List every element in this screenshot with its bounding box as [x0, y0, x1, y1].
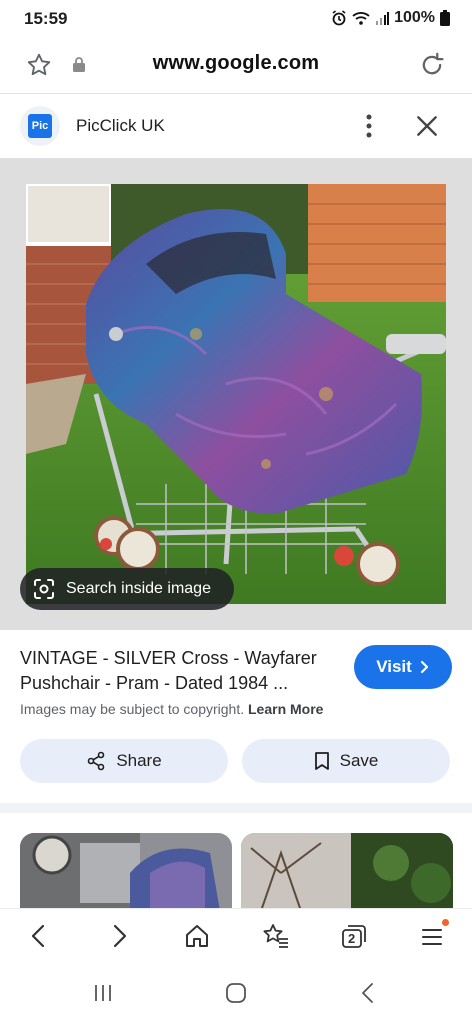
more-vert-icon[interactable] — [358, 111, 380, 141]
status-icons: 100% — [331, 9, 450, 27]
lens-icon — [34, 579, 54, 599]
related-image-2[interactable] — [241, 833, 453, 911]
alarm-icon — [332, 10, 346, 26]
system-nav-bar — [0, 966, 472, 1024]
browser-bottom-nav: 2 — [0, 908, 472, 966]
home-icon[interactable] — [184, 923, 210, 949]
visit-button[interactable]: Visit — [354, 645, 452, 689]
search-inside-image-button[interactable]: Search inside image — [20, 568, 234, 610]
site-logo: Pic — [20, 106, 60, 146]
battery-percent: 100% — [394, 9, 435, 26]
system-back-icon[interactable] — [360, 982, 376, 1004]
related-image-1[interactable] — [20, 833, 232, 911]
status-bar: 15:59 100% — [0, 0, 472, 38]
favorites-icon[interactable] — [262, 923, 290, 949]
copyright-notice: Images may be subject to copyright. Lear… — [20, 701, 323, 717]
url-text[interactable]: www.google.com — [0, 52, 472, 75]
close-icon[interactable] — [414, 113, 440, 139]
bookmark-icon — [314, 752, 329, 770]
visit-label: Visit — [376, 657, 412, 676]
learn-more-link[interactable]: Learn More — [248, 701, 323, 717]
chevron-right-icon — [420, 660, 428, 674]
url-bar[interactable]: www.google.com — [0, 38, 472, 94]
forward-icon[interactable] — [108, 923, 130, 949]
site-header: Pic PicClick UK — [0, 95, 472, 157]
notification-dot — [442, 919, 449, 926]
section-divider — [0, 803, 472, 813]
copyright-text: Images may be subject to copyright. — [20, 701, 245, 717]
save-button[interactable]: Save — [242, 739, 450, 783]
home-button-icon[interactable] — [225, 982, 247, 1004]
share-icon — [88, 751, 105, 771]
recent-apps-icon[interactable] — [92, 982, 114, 1004]
search-inside-label: Search inside image — [66, 580, 211, 597]
back-icon[interactable] — [28, 923, 50, 949]
menu-button[interactable] — [420, 919, 449, 949]
tab-count: 2 — [348, 931, 356, 946]
share-label: Share — [116, 751, 162, 770]
battery-icon — [440, 10, 450, 26]
save-label: Save — [339, 751, 379, 770]
result-title[interactable]: VINTAGE - SILVER Cross - Wayfarer Pushch… — [20, 646, 340, 696]
pram-photo[interactable] — [26, 184, 446, 604]
signal-icon — [376, 12, 390, 25]
status-time: 15:59 — [24, 9, 68, 28]
tabs-button[interactable]: 2 — [341, 923, 367, 949]
reload-icon[interactable] — [418, 51, 446, 79]
share-button[interactable]: Share — [20, 739, 228, 783]
site-logo-mark: Pic — [28, 114, 52, 138]
wifi-icon — [352, 12, 370, 25]
menu-icon — [422, 929, 442, 945]
site-name: PicClick UK — [76, 116, 165, 135]
image-preview: Search inside image — [0, 158, 472, 630]
